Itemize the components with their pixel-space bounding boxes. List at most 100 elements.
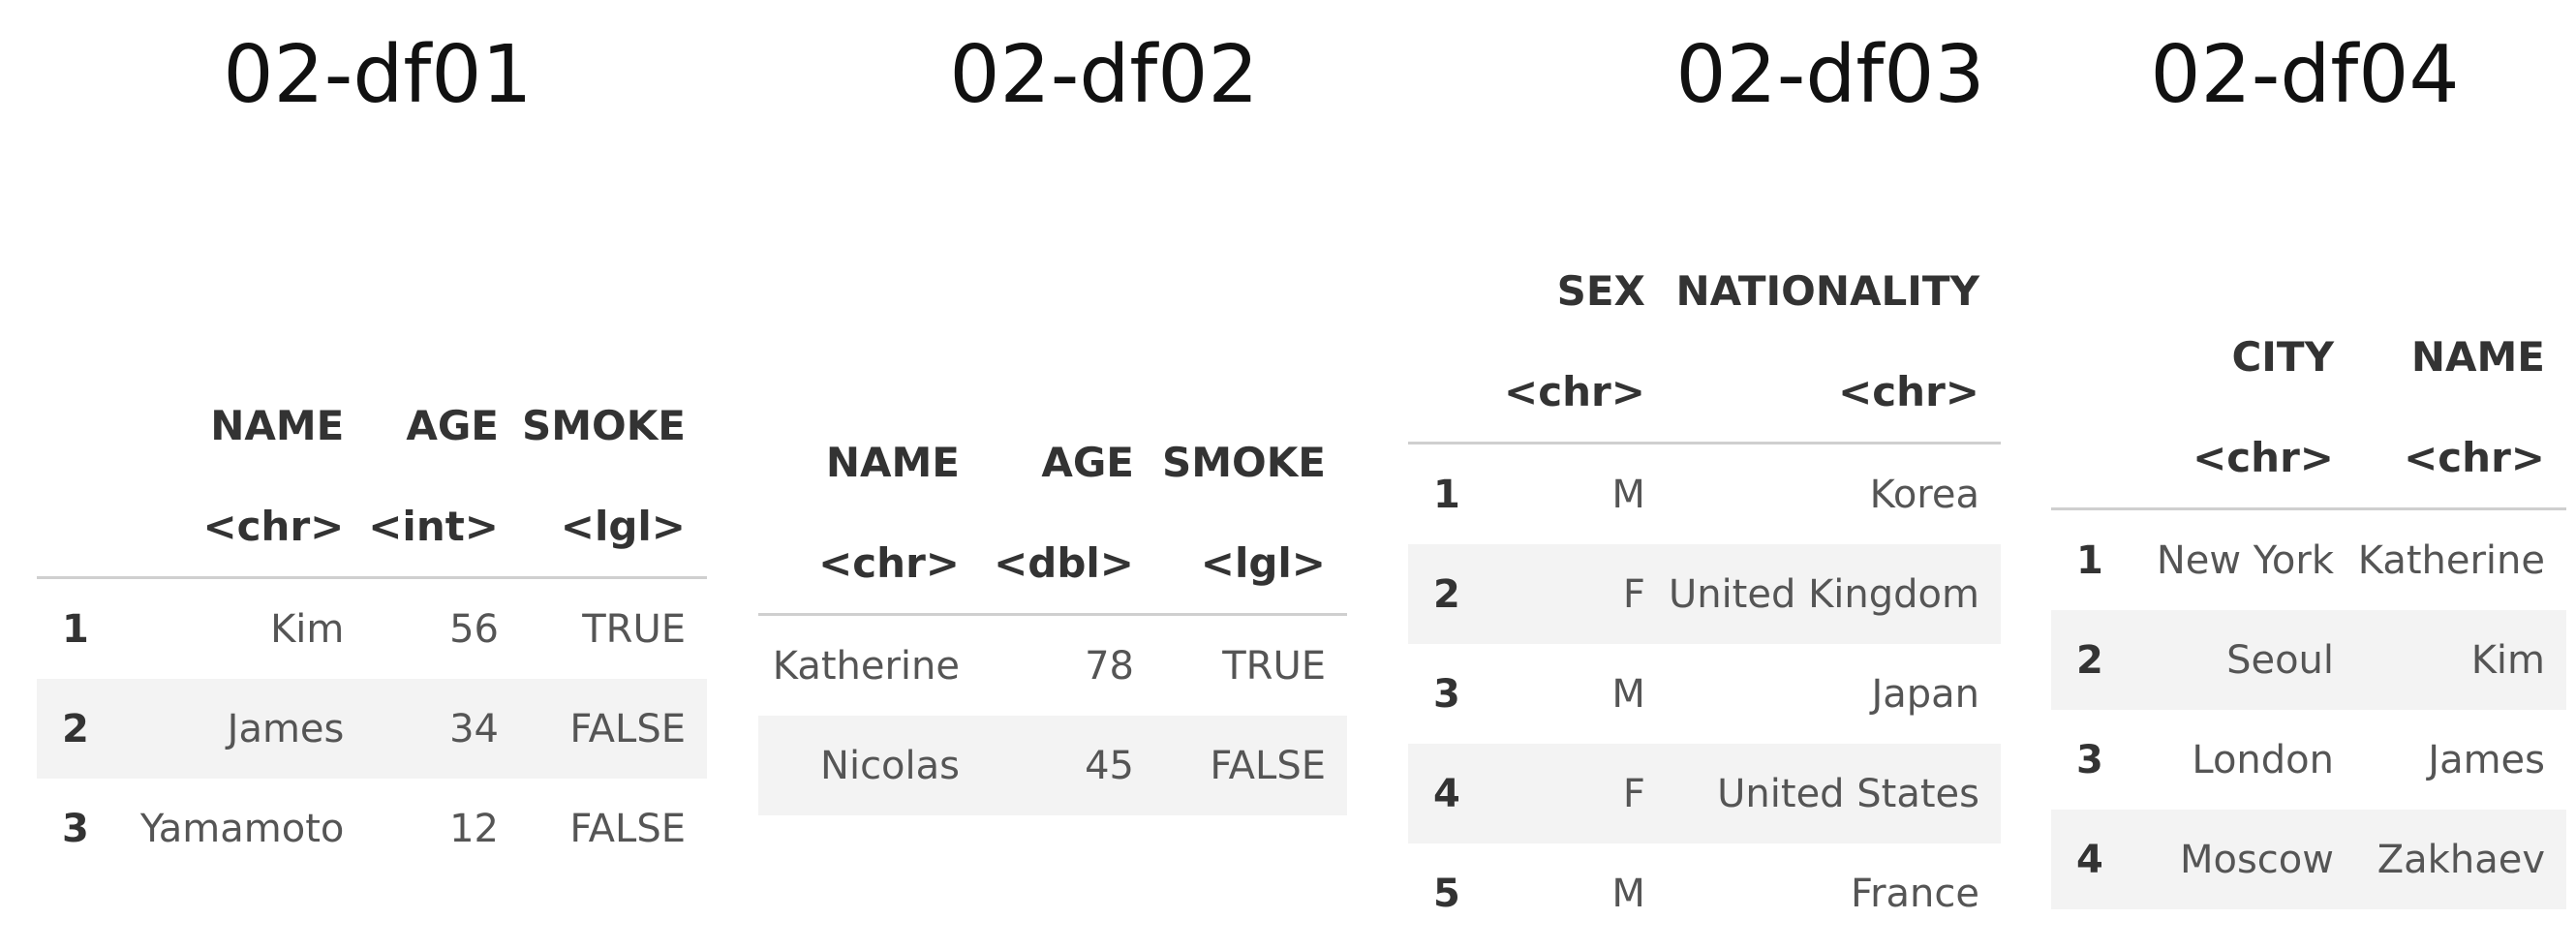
index-header [37, 375, 108, 475]
row-index: 3 [62, 806, 89, 851]
row-index: 1 [1433, 472, 1460, 517]
table-row: 3 London James [2051, 710, 2566, 810]
table-row: Katherine 78 TRUE [758, 615, 1347, 717]
column-type-smoke: <lgl> [1157, 512, 1347, 616]
cell-smoke: FALSE [569, 806, 686, 851]
row-index: 5 [1433, 871, 1460, 916]
cell-city: Moscow [2131, 810, 2357, 909]
type-row: <chr> <dbl> <lgl> [758, 512, 1347, 616]
cell-nationality: France [1850, 871, 1979, 916]
header-row: SEX NATIONALITY [1408, 240, 2001, 341]
row-index: 3 [2076, 737, 2103, 782]
table-row: 4 Moscow Zakhaev [2051, 810, 2566, 909]
table-row: Nicolas 45 FALSE [758, 716, 1347, 815]
cell-name: Kim [2357, 610, 2566, 710]
cell-city: New York [2156, 537, 2334, 583]
table-row: 2 James 34 FALSE [37, 679, 707, 779]
column-header-name: NAME [2410, 332, 2545, 381]
table-df01: NAME AGE SMOKE <chr> <int> <lgl> 1 Kim 5… [37, 375, 707, 878]
table-row: 3 M Japan [1408, 644, 2001, 744]
column-header-smoke: SMOKE [1162, 438, 1326, 486]
cell-sex: M [1611, 871, 1645, 916]
index-header [2051, 306, 2131, 407]
title-df04: 02-df04 [2150, 29, 2460, 121]
cell-sex: F [1476, 544, 1669, 644]
column-type-nationality: <chr> [1668, 341, 2001, 444]
cell-nationality: Korea [1869, 472, 1979, 517]
cell-name: James [2428, 737, 2545, 782]
cell-smoke: TRUE [582, 606, 686, 652]
row-index: 2 [1408, 544, 1477, 644]
header-row: NAME AGE SMOKE [37, 375, 707, 475]
table-row: 1 New York Katherine [2051, 509, 2566, 611]
table-row: 2 Seoul Kim [2051, 610, 2566, 710]
column-header-age: AGE [406, 401, 499, 449]
table-row: 3 Yamamoto 12 FALSE [37, 779, 707, 878]
row-index: 3 [1433, 671, 1460, 717]
cell-nationality: United Kingdom [1668, 544, 2001, 644]
column-type-name: <chr> [2357, 407, 2566, 510]
cell-name: Yamamoto [139, 806, 345, 851]
cell-name: Nicolas [758, 716, 983, 815]
cell-name: Katherine [772, 643, 960, 689]
table-row: 1 M Korea [1408, 444, 2001, 545]
table-df03: SEX NATIONALITY <chr> <chr> 1 M Korea 2 … [1408, 240, 2001, 943]
column-header-city: CITY [2231, 332, 2334, 381]
column-header-smoke: SMOKE [522, 401, 686, 449]
cell-city: Seoul [2131, 610, 2357, 710]
cell-age: 78 [1085, 643, 1134, 689]
column-header-age: AGE [1041, 438, 1134, 486]
cell-sex: F [1476, 744, 1669, 843]
cell-name: Kim [270, 606, 345, 652]
column-type-name: <chr> [107, 475, 368, 579]
row-index: 1 [62, 606, 89, 652]
column-header-name: NAME [825, 438, 960, 486]
type-row: <chr> <chr> [1408, 341, 2001, 444]
row-index: 2 [37, 679, 108, 779]
row-index: 4 [2051, 810, 2131, 909]
header-row: CITY NAME [2051, 306, 2566, 407]
type-row: <chr> <int> <lgl> [37, 475, 707, 579]
column-type-age: <int> [367, 475, 522, 579]
cell-name: James [107, 679, 368, 779]
title-df03: 02-df03 [1675, 29, 1985, 121]
cell-age: 34 [367, 679, 522, 779]
title-df02: 02-df02 [949, 29, 1259, 121]
row-index: 4 [1408, 744, 1477, 843]
cell-nationality: United States [1668, 744, 2001, 843]
index-type [37, 475, 108, 579]
cell-nationality: Japan [1871, 671, 1979, 717]
column-type-city: <chr> [2131, 407, 2357, 510]
cell-age: 56 [449, 606, 499, 652]
cell-smoke: TRUE [1222, 643, 1326, 689]
type-row: <chr> <chr> [2051, 407, 2566, 510]
index-type [1408, 341, 1477, 444]
cell-smoke: FALSE [1157, 716, 1347, 815]
table-df04: CITY NAME <chr> <chr> 1 New York Katheri… [2051, 306, 2566, 909]
cell-city: London [2192, 737, 2334, 782]
table-row: 4 F United States [1408, 744, 2001, 843]
column-header-name: NAME [210, 401, 345, 449]
cell-name: Katherine [2357, 537, 2545, 583]
title-df01: 02-df01 [223, 29, 533, 121]
cell-sex: M [1611, 472, 1645, 517]
column-type-sex: <chr> [1476, 341, 1669, 444]
cell-sex: M [1611, 671, 1645, 717]
header-row: NAME AGE SMOKE [758, 412, 1347, 512]
table-row: 1 Kim 56 TRUE [37, 578, 707, 680]
row-index: 1 [2076, 537, 2103, 583]
cell-name: Zakhaev [2357, 810, 2566, 909]
index-type [2051, 407, 2131, 510]
column-type-smoke: <lgl> [522, 475, 707, 579]
table-df02: NAME AGE SMOKE <chr> <dbl> <lgl> Katheri… [758, 412, 1347, 815]
cell-smoke: FALSE [522, 679, 707, 779]
column-header-sex: SEX [1556, 266, 1645, 315]
index-header [1408, 240, 1477, 341]
column-type-name: <chr> [758, 512, 983, 616]
cell-age: 45 [983, 716, 1157, 815]
column-header-nationality: NATIONALITY [1675, 266, 1979, 315]
cell-age: 12 [449, 806, 499, 851]
table-row: 5 M France [1408, 843, 2001, 943]
row-index: 2 [2051, 610, 2131, 710]
column-type-age: <dbl> [983, 512, 1157, 616]
